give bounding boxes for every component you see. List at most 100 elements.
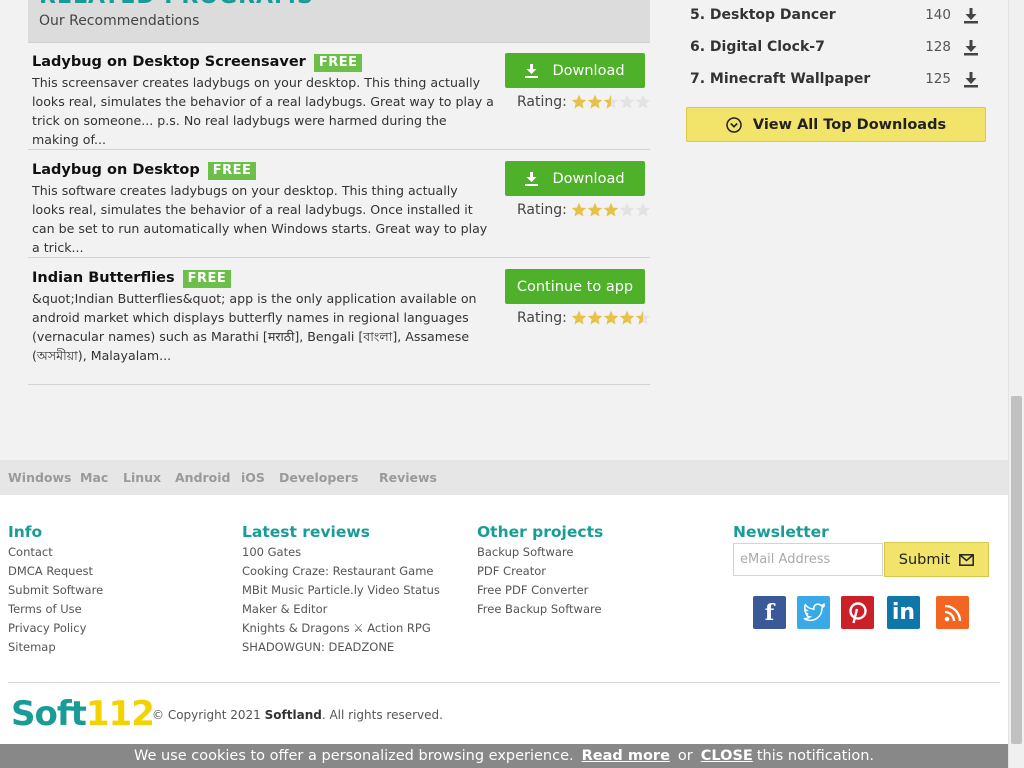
footer-reviews-title: Latest reviews bbox=[242, 523, 370, 541]
nav-developers[interactable]: Developers bbox=[279, 470, 358, 485]
program-title: Ladybug on Desktop FREE bbox=[32, 162, 257, 180]
footer-review-link[interactable]: MBit Music Particle.ly Video Status Make… bbox=[242, 581, 470, 619]
footer-info-column: Info Contact DMCA Request Submit Softwar… bbox=[8, 522, 228, 657]
facebook-icon[interactable]: f bbox=[753, 596, 786, 629]
submit-label: Submit bbox=[898, 551, 951, 568]
footer-review-link[interactable]: Knights & Dragons ⚔ Action RPG bbox=[242, 619, 470, 638]
cookie-tail: this notification. bbox=[756, 748, 875, 764]
program-name-link[interactable]: Indian Butterflies bbox=[32, 270, 175, 286]
program-description: This screensaver creates ladybugs on you… bbox=[32, 75, 494, 147]
footer-divider bbox=[8, 682, 1000, 683]
nav-linux[interactable]: Linux bbox=[123, 470, 161, 485]
footer-project-link[interactable]: Free PDF Converter bbox=[477, 581, 707, 600]
footer-review-link[interactable]: SHADOWGUN: DEADZONE bbox=[242, 638, 470, 657]
footer-project-link[interactable]: Free Backup Software bbox=[477, 600, 707, 619]
page: RELATED PROGRAMS Our Recommendations Lad… bbox=[0, 0, 1008, 768]
download-button[interactable]: Download bbox=[505, 161, 645, 196]
view-all-top-downloads-button[interactable]: View All Top Downloads bbox=[686, 107, 986, 142]
twitter-icon[interactable] bbox=[797, 596, 830, 629]
nav-android[interactable]: Android bbox=[175, 470, 231, 485]
linkedin-icon[interactable]: in bbox=[887, 596, 920, 629]
program-description: &quot;Indian Butterflies&quot; app is th… bbox=[32, 291, 477, 363]
top-download-item[interactable]: 7. Minecraft Wallpaper 125 bbox=[690, 71, 986, 91]
rating-label: Rating: bbox=[517, 94, 567, 110]
envelope-icon bbox=[959, 553, 975, 566]
continue-button-label: Continue to app bbox=[516, 278, 634, 295]
related-header: RELATED PROGRAMS Our Recommendations bbox=[28, 0, 650, 43]
newsletter-email-input[interactable] bbox=[733, 543, 883, 576]
logo-part-soft: Soft bbox=[11, 694, 87, 734]
footer-link-terms[interactable]: Terms of Use bbox=[8, 600, 228, 619]
rating-label: Rating: bbox=[517, 310, 567, 326]
nav-windows[interactable]: Windows bbox=[8, 470, 72, 485]
cookie-read-more-link[interactable]: Read more bbox=[582, 748, 670, 764]
star-icon bbox=[619, 94, 635, 109]
copyright: © Copyright 2021 Softland. All rights re… bbox=[152, 708, 443, 722]
star-icon bbox=[635, 310, 651, 325]
star-icon bbox=[603, 202, 619, 217]
nav-reviews[interactable]: Reviews bbox=[379, 470, 437, 485]
program-name-link[interactable]: Ladybug on Desktop Screensaver bbox=[32, 54, 306, 70]
download-icon bbox=[525, 63, 539, 78]
footer-project-link[interactable]: Backup Software bbox=[477, 543, 707, 562]
free-badge: FREE bbox=[313, 54, 363, 72]
footer-link-contact[interactable]: Contact bbox=[8, 543, 228, 562]
star-icon bbox=[571, 94, 587, 109]
download-icon bbox=[964, 72, 978, 88]
program-item: Ladybug on Desktop FREE This software cre… bbox=[28, 150, 651, 258]
program-name-link[interactable]: Ladybug on Desktop bbox=[32, 162, 200, 178]
soft112-logo[interactable]: Soft112 bbox=[11, 694, 155, 734]
program-title: Ladybug on Desktop Screensaver FREE bbox=[32, 54, 363, 72]
related-subtitle: Our Recommendations bbox=[39, 13, 200, 29]
star-icon bbox=[619, 310, 635, 325]
top-download-item[interactable]: 6. Digital Clock-7 128 bbox=[690, 39, 986, 59]
star-icon bbox=[635, 202, 651, 217]
cookie-close-link[interactable]: CLOSE bbox=[701, 748, 753, 764]
program-item: Indian Butterflies FREE &quot;Indian Butt… bbox=[28, 258, 651, 385]
top-download-label: 5. Desktop Dancer bbox=[690, 7, 836, 23]
related-title: RELATED PROGRAMS bbox=[39, 0, 314, 8]
star-icon bbox=[571, 310, 587, 325]
footer-projects-title: Other projects bbox=[477, 523, 604, 541]
vertical-scrollbar[interactable] bbox=[1008, 0, 1024, 768]
footer-link-submit-software[interactable]: Submit Software bbox=[8, 581, 228, 600]
scrollbar-thumb[interactable] bbox=[1011, 396, 1022, 744]
footer-link-sitemap[interactable]: Sitemap bbox=[8, 638, 228, 657]
top-download-label: 7. Minecraft Wallpaper bbox=[690, 71, 871, 87]
cookie-notice-bar: We use cookies to offer a personalized b… bbox=[0, 744, 1008, 768]
download-icon bbox=[525, 171, 539, 186]
nav-ios[interactable]: iOS bbox=[241, 470, 265, 485]
download-button-label: Download bbox=[552, 170, 625, 187]
footer-link-dmca[interactable]: DMCA Request bbox=[8, 562, 228, 581]
rss-icon[interactable] bbox=[936, 596, 969, 629]
star-icon bbox=[635, 94, 651, 109]
pinterest-icon[interactable] bbox=[841, 596, 874, 629]
download-icon bbox=[964, 40, 978, 56]
rating: Rating: bbox=[517, 94, 651, 110]
chevron-down-circle-icon bbox=[726, 116, 742, 133]
download-icon bbox=[964, 8, 978, 24]
footer-reviews-column: Latest reviews 100 Gates Cooking Craze: … bbox=[242, 522, 470, 657]
footer-review-link[interactable]: Cooking Craze: Restaurant Game bbox=[242, 562, 470, 581]
continue-to-app-button[interactable]: Continue to app bbox=[505, 269, 645, 304]
newsletter-submit-button[interactable]: Submit bbox=[884, 542, 989, 577]
footer-review-link[interactable]: 100 Gates bbox=[242, 543, 470, 562]
download-count: 128 bbox=[925, 39, 951, 55]
free-badge: FREE bbox=[182, 270, 232, 288]
star-icon bbox=[587, 202, 603, 217]
nav-mac[interactable]: Mac bbox=[80, 470, 108, 485]
footer-link-privacy[interactable]: Privacy Policy bbox=[8, 619, 228, 638]
footer-platform-nav: Windows Mac Linux Android iOS Developers… bbox=[0, 460, 1008, 495]
top-downloads: 5. Desktop Dancer 140 6. Digital Clock-7… bbox=[686, 0, 986, 150]
rating-stars bbox=[571, 310, 651, 326]
download-count: 140 bbox=[925, 7, 951, 23]
download-button[interactable]: Download bbox=[505, 53, 645, 88]
rating-stars bbox=[571, 94, 651, 110]
top-download-item[interactable]: 5. Desktop Dancer 140 bbox=[690, 7, 986, 27]
copyright-brand: Softland bbox=[264, 708, 322, 722]
logo-part-112: 112 bbox=[85, 694, 155, 734]
footer-project-link[interactable]: PDF Creator bbox=[477, 562, 707, 581]
cookie-or: or bbox=[677, 748, 693, 764]
download-count: 125 bbox=[925, 71, 951, 87]
footer-info-title: Info bbox=[8, 523, 43, 541]
